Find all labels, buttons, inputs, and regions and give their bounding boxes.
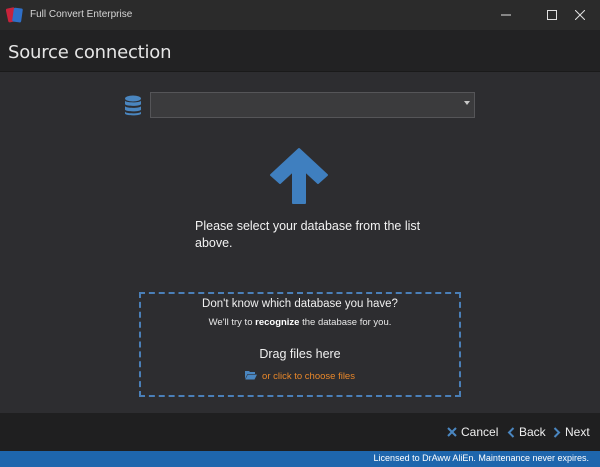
wizard-nav-bar: Cancel Back Next — [0, 413, 600, 451]
dropzone-hint-prefix: We'll try to — [208, 317, 256, 328]
license-status: Licensed to DrAww AliEn. Maintenance nev… — [373, 453, 589, 463]
minimize-button[interactable] — [483, 0, 529, 30]
next-button[interactable]: Next — [553, 425, 590, 439]
drag-files-label: Drag files here — [259, 347, 341, 361]
folder-open-icon — [245, 370, 258, 383]
close-x-icon — [447, 427, 457, 437]
dropzone-hint: We'll try to recognize the database for … — [141, 317, 459, 328]
page-header: Source connection — [0, 30, 600, 72]
maximize-icon — [547, 10, 557, 20]
close-icon — [575, 10, 585, 20]
app-logo-icon — [5, 5, 24, 25]
cancel-button[interactable]: Cancel — [447, 425, 498, 439]
status-bar: Licensed to DrAww AliEn. Maintenance nev… — [0, 451, 600, 467]
dropzone-hint-bold: recognize — [255, 317, 300, 328]
select-database-prompt: Please select your database from the lis… — [195, 219, 421, 250]
cancel-label: Cancel — [461, 425, 499, 439]
chevron-left-icon — [507, 426, 515, 438]
database-select[interactable] — [150, 92, 475, 118]
file-drop-zone[interactable]: Don't know which database you have? We'l… — [139, 292, 461, 397]
window-title: Full Convert Enterprise — [30, 9, 133, 20]
chevron-down-icon — [464, 101, 470, 105]
choose-files-link[interactable]: or click to choose files — [141, 370, 459, 383]
database-icon — [124, 95, 142, 117]
dropzone-question: Don't know which database you have? — [202, 298, 398, 310]
close-window-button[interactable] — [560, 0, 600, 30]
page-title: Source connection — [8, 42, 172, 63]
back-label: Back — [519, 425, 546, 439]
back-button[interactable]: Back — [507, 425, 546, 439]
app-window: Full Convert Enterprise Source connectio… — [0, 0, 600, 467]
dropzone-hint-suffix: the database for you. — [299, 317, 392, 328]
chevron-right-icon — [553, 426, 561, 438]
minimize-icon — [501, 14, 511, 16]
title-bar: Full Convert Enterprise — [0, 0, 600, 30]
choose-files-label: or click to choose files — [262, 371, 355, 382]
next-label: Next — [565, 425, 590, 439]
arrow-up-icon — [269, 147, 329, 205]
